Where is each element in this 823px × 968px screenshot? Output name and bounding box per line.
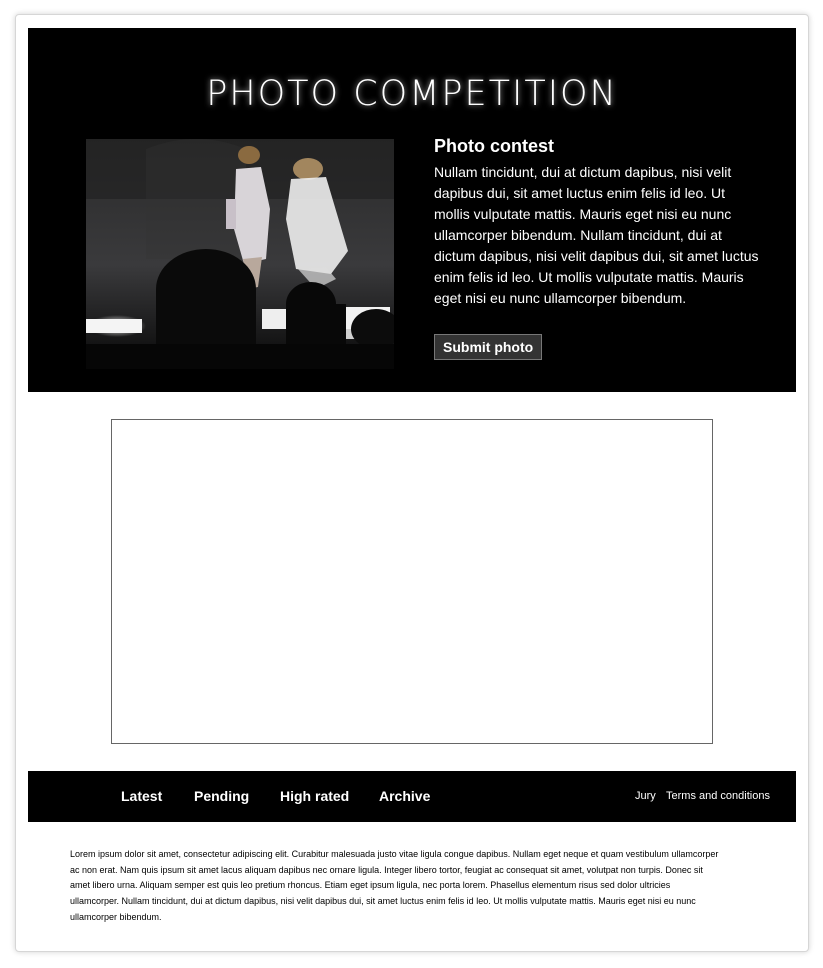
nav-item-high-rated[interactable]: High rated — [280, 787, 349, 805]
contest-heading: Photo contest — [434, 136, 554, 156]
submit-photo-button[interactable]: Submit photo — [434, 334, 543, 360]
hero-photo — [86, 139, 394, 369]
nav-item-archive[interactable]: Archive — [379, 787, 430, 805]
page-title: PHOTO COMPETITION — [206, 74, 618, 114]
nav-link-jury[interactable]: Jury — [635, 789, 656, 803]
contest-description: Nullam tincidunt, dui at dictum dapibus,… — [434, 164, 759, 306]
content-frame — [111, 419, 713, 744]
hero-section: PHOTO COMPETITION Photo contest Nullam t… — [28, 28, 796, 392]
nav-item-pending[interactable]: Pending — [194, 787, 249, 805]
footer-text: Lorem ipsum dolor sit amet, consectetur … — [70, 849, 719, 922]
nav-item-latest[interactable]: Latest — [121, 787, 162, 805]
nav-bar: Latest Pending High rated Archive Jury T… — [28, 771, 796, 822]
nav-link-terms[interactable]: Terms and conditions — [666, 789, 770, 803]
contest-panel: Photo contest Nullam tincidunt, dui at d… — [434, 135, 764, 309]
